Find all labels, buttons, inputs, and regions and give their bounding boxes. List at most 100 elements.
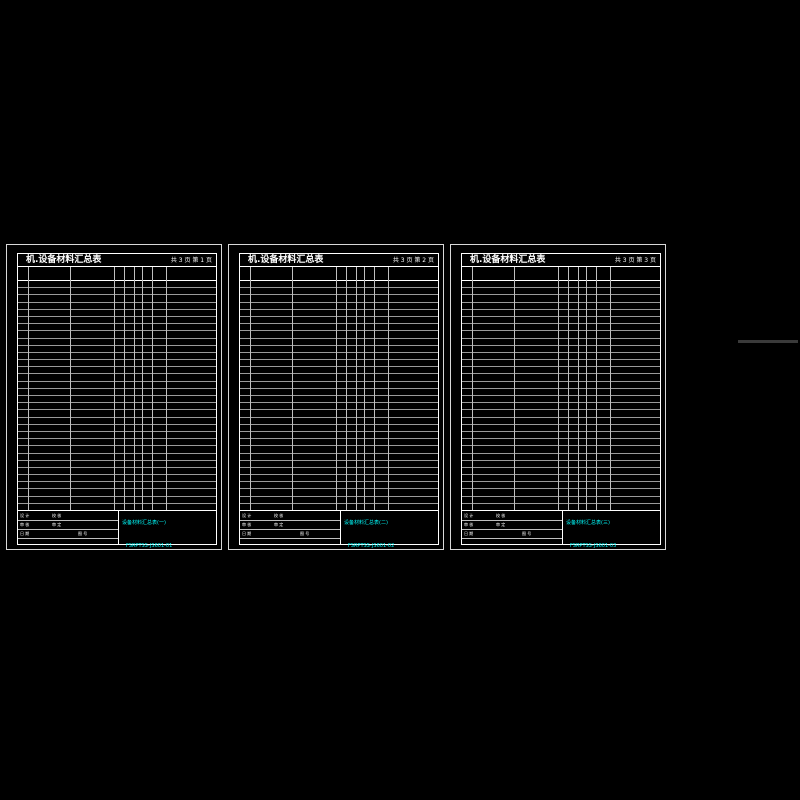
table-row: [240, 410, 438, 418]
drawing-number: FSRPTSS-JS601-03: [570, 543, 617, 549]
page-info: 共 3 页 第 3 页: [614, 257, 656, 264]
table-column-line: [250, 267, 251, 511]
table-column-line: [364, 267, 365, 511]
table-column-line: [152, 267, 153, 511]
table-row: [240, 389, 438, 396]
table-row: [18, 339, 216, 346]
table-column-line: [292, 267, 293, 511]
table-row: [240, 468, 438, 476]
table-row: [18, 367, 216, 375]
table-row: [240, 475, 438, 483]
table-row: [240, 353, 438, 361]
table-row: [18, 303, 216, 310]
design-label: 设 计: [464, 513, 474, 518]
date-label: 日 期: [20, 531, 30, 536]
table-column-line: [336, 267, 337, 511]
table-row: [462, 432, 660, 440]
table-row: [18, 281, 216, 289]
check-label: 校 核: [52, 513, 62, 518]
table-row: [18, 353, 216, 361]
table-column-line: [346, 267, 347, 511]
approve-label: 审 定: [274, 522, 284, 527]
table-row: [240, 281, 438, 289]
table-row: [240, 403, 438, 411]
table-row: [18, 382, 216, 389]
table-column-line: [558, 267, 559, 511]
table-row: [18, 497, 216, 504]
table-row: [462, 303, 660, 310]
table-row: [18, 331, 216, 339]
table-row: [18, 346, 216, 353]
table-column-line: [142, 267, 143, 511]
table-row: [462, 288, 660, 296]
approve-label: 审 定: [52, 522, 62, 527]
table-header-row: [240, 267, 438, 281]
table-name: 设备材料汇总表(一): [122, 520, 166, 526]
material-table: [240, 266, 438, 511]
table-row: [240, 360, 438, 368]
sheet-2: 机.设备材料汇总表 共 3 页 第 2 页 设 计 校 核 审 核 审 定 日 期 图…: [228, 244, 444, 550]
sheet-frame: 机.设备材料汇总表 共 3 页 第 2 页 设 计 校 核 审 核 审 定 日 期 图…: [239, 253, 439, 549]
table-row: [240, 295, 438, 303]
table-row: [18, 425, 216, 432]
table-column-line: [166, 267, 167, 511]
table-row: [240, 446, 438, 454]
table-row: [462, 418, 660, 425]
sheet-frame: 机.设备材料汇总表 共 3 页 第 3 页 设 计 校 核 审 核 审 定 日 期 图…: [461, 253, 661, 549]
table-column-line: [472, 267, 473, 511]
table-row: [240, 374, 438, 382]
table-row: [462, 374, 660, 382]
table-row: [240, 339, 438, 346]
side-note-line: [738, 340, 798, 343]
table-row: [462, 410, 660, 418]
table-row: [18, 360, 216, 368]
table-row: [240, 382, 438, 389]
table-row: [462, 446, 660, 454]
table-row: [462, 489, 660, 497]
number-label: 图 号: [78, 531, 88, 536]
table-row: [462, 353, 660, 361]
table-row: [18, 374, 216, 382]
table-column-line: [134, 267, 135, 511]
table-column-line: [610, 267, 611, 511]
table-row: [240, 303, 438, 310]
material-table: [462, 266, 660, 511]
review-label: 审 核: [20, 522, 30, 527]
design-label: 设 计: [20, 513, 30, 518]
table-row: [18, 418, 216, 425]
table-column-line: [586, 267, 587, 511]
table-row: [240, 425, 438, 432]
table-row: [240, 331, 438, 339]
table-column-line: [596, 267, 597, 511]
table-row: [18, 389, 216, 396]
number-label: 图 号: [300, 531, 310, 536]
table-row: [462, 324, 660, 332]
table-row: [462, 482, 660, 490]
table-row: [18, 396, 216, 404]
table-row: [18, 403, 216, 411]
table-name: 设备材料汇总表(二): [344, 520, 388, 526]
table-row: [462, 454, 660, 461]
table-row: [240, 310, 438, 317]
drawing-number: FSRPTSS-JS601-01: [126, 543, 173, 549]
check-label: 校 核: [274, 513, 284, 518]
table-column-line: [124, 267, 125, 511]
table-column-line: [388, 267, 389, 511]
table-name: 设备材料汇总表(三): [566, 520, 610, 526]
table-row: [240, 482, 438, 490]
table-row: [462, 439, 660, 447]
sheet-title: 机.设备材料汇总表: [470, 255, 546, 265]
title-block: 设 计 校 核 审 核 审 定 日 期 图 号 设备材料汇总表(三) FSRPTSS-…: [462, 510, 660, 549]
date-label: 日 期: [242, 531, 252, 536]
table-row: [18, 446, 216, 454]
title-block: 设 计 校 核 审 核 审 定 日 期 图 号 设备材料汇总表(二) FSRPTSS-…: [240, 510, 438, 549]
table-row: [18, 461, 216, 468]
table-row: [462, 468, 660, 476]
table-row: [18, 295, 216, 303]
table-column-line: [514, 267, 515, 511]
table-row: [462, 360, 660, 368]
date-label: 日 期: [464, 531, 474, 536]
signature-block: 设 计 校 核 审 核 审 定 日 期 图 号: [240, 511, 341, 544]
table-row: [240, 324, 438, 332]
design-label: 设 计: [242, 513, 252, 518]
